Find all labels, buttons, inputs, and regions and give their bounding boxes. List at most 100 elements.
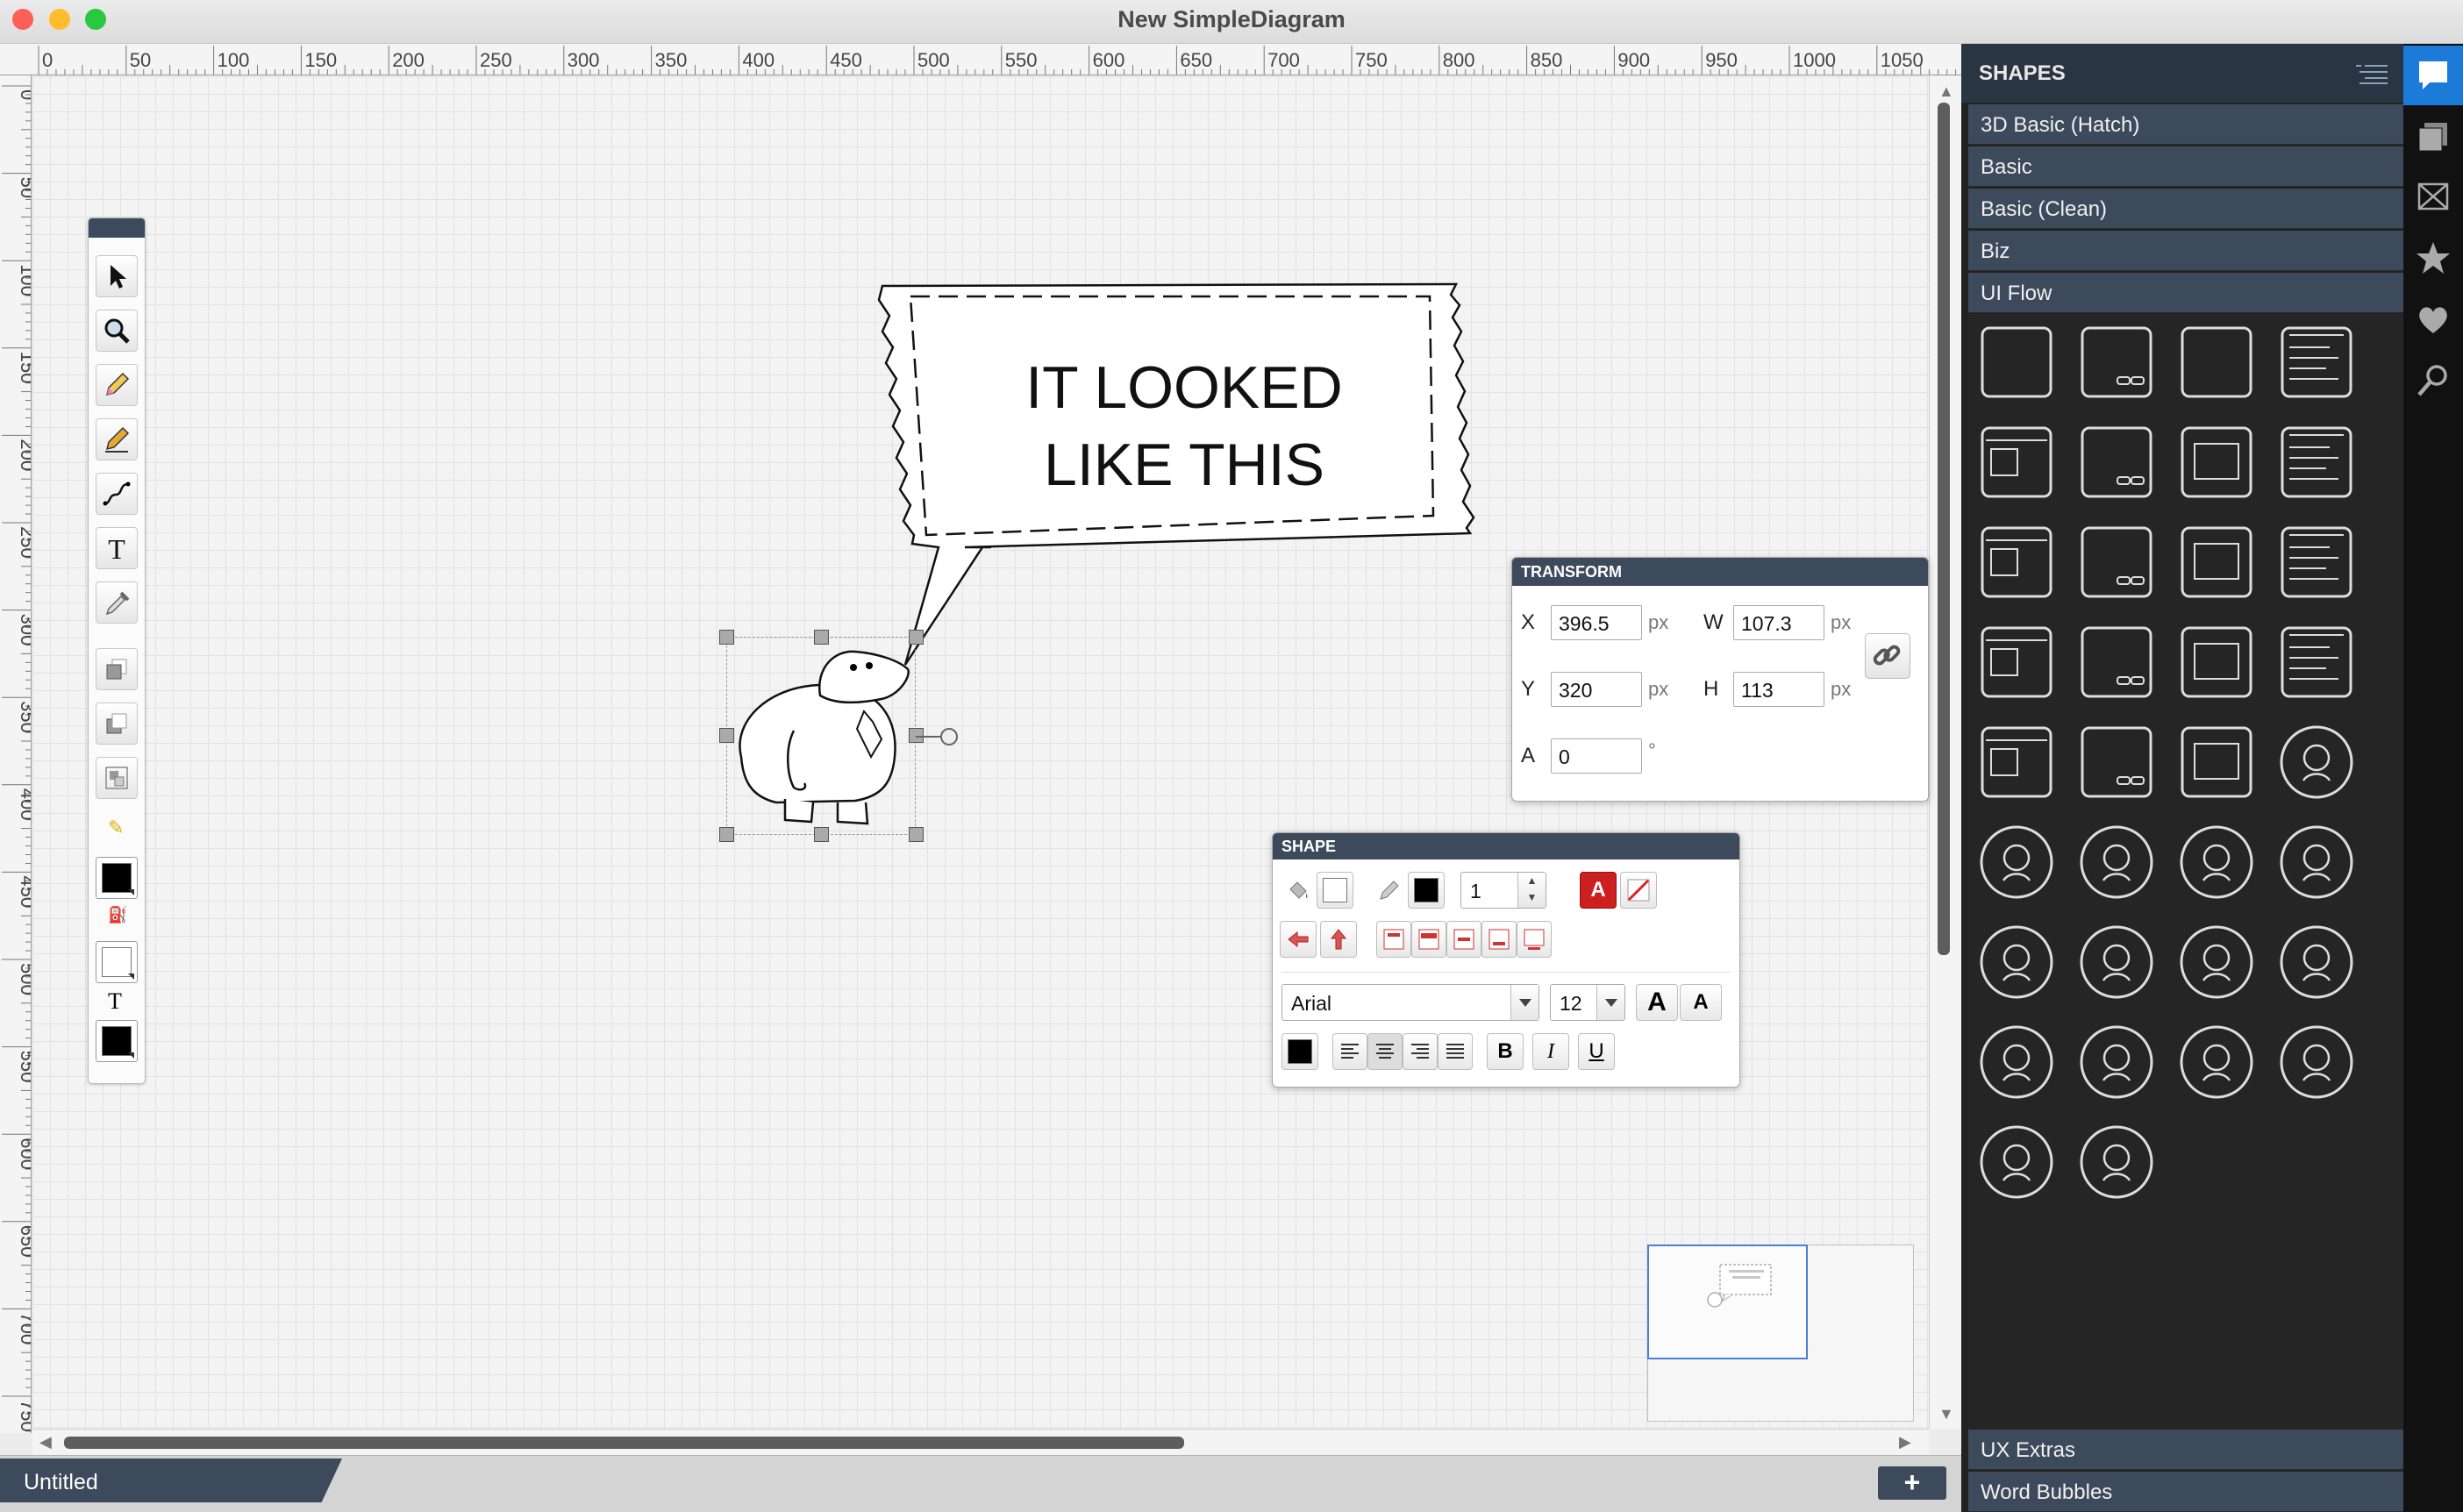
w-input[interactable]: 107.3 [1733, 605, 1824, 640]
text-color-swatch[interactable] [96, 1020, 138, 1062]
pages-panel-button[interactable] [2403, 107, 2463, 167]
shape-list-view-icon[interactable] [2277, 623, 2356, 702]
shape-bar-chart-window-icon[interactable] [2077, 623, 2156, 702]
shape-form-buttons-icon[interactable] [2077, 723, 2156, 802]
rotation-handle[interactable] [940, 728, 958, 745]
align-below-button[interactable] [1517, 921, 1552, 958]
text-color-button[interactable]: A [1580, 872, 1617, 909]
shape-person-angry-icon[interactable] [2277, 923, 2356, 1002]
minimap-viewport[interactable] [1647, 1245, 1808, 1359]
x-input[interactable]: 396.5 [1551, 605, 1642, 640]
shape-question-icon[interactable] [2077, 823, 2156, 902]
resize-handle-bottom-left[interactable] [719, 827, 734, 842]
shape-dialog-icon[interactable] [2177, 423, 2256, 502]
stroke-color-swatch[interactable] [96, 857, 138, 899]
font-family-select[interactable]: Arial [1281, 984, 1539, 1021]
category-biz[interactable]: Biz [1968, 231, 2403, 271]
shape-checklist-icon[interactable] [2077, 423, 2156, 502]
favorites-panel-button[interactable] [2403, 228, 2463, 288]
scroll-up-arrow[interactable]: ▲ [1938, 83, 1954, 99]
vertical-scroll-thumb[interactable] [1938, 103, 1950, 955]
stroke-color-button[interactable] [1408, 872, 1445, 909]
underline-button[interactable]: U [1578, 1033, 1615, 1070]
eyedropper-tool-button[interactable] [96, 581, 138, 624]
bring-to-front-button[interactable] [96, 648, 138, 690]
stroke-width-stepper[interactable]: 1 ▲ ▼ [1460, 872, 1546, 909]
arrow-up-style-button[interactable] [1320, 921, 1357, 958]
shape-stop-sign-icon[interactable] [1977, 923, 2056, 1002]
resize-handle-top-right[interactable] [909, 630, 924, 645]
shape-exclamation-icon[interactable] [2177, 823, 2256, 902]
document-tab[interactable]: Untitled [0, 1459, 342, 1502]
pen-tool-button[interactable] [96, 418, 138, 460]
scroll-left-arrow[interactable]: ◀ [39, 1434, 52, 1450]
shape-calendar-icon[interactable] [2077, 523, 2156, 602]
align-bottom-button[interactable] [1481, 921, 1517, 958]
text-justify-button[interactable] [1438, 1033, 1473, 1070]
resize-handle-top[interactable] [814, 630, 829, 645]
shape-stopwatch-icon[interactable] [1977, 1123, 2056, 1202]
shape-profile-card-icon[interactable] [2277, 423, 2356, 502]
text-align-right-button[interactable] [1403, 1033, 1438, 1070]
add-tab-button[interactable]: + [1878, 1466, 1946, 1500]
curve-tool-button[interactable] [96, 473, 138, 515]
shape-clipboard-icon[interactable] [1977, 1023, 2056, 1102]
shape-panel-title[interactable]: SHAPE [1273, 833, 1739, 859]
shape-window-blank-icon[interactable] [1977, 323, 2056, 402]
text-align-left-button[interactable] [1332, 1033, 1367, 1070]
shape-dashboard-icon[interactable] [2177, 623, 2256, 702]
transform-panel-title[interactable]: TRANSFORM [1512, 558, 1928, 586]
list-menu-icon[interactable] [2354, 63, 2389, 84]
shape-person-happy-icon[interactable] [2177, 923, 2256, 1002]
text-align-center-button[interactable] [1367, 1033, 1403, 1070]
shape-window-tabs-icon[interactable] [1977, 523, 2056, 602]
shape-package-icon[interactable] [2277, 823, 2356, 902]
category-ui-flow[interactable]: UI Flow [1968, 273, 2403, 313]
y-input[interactable]: 320 [1551, 672, 1642, 707]
fill-color-button[interactable] [1317, 872, 1353, 909]
category-basic-clean[interactable]: Basic (Clean) [1968, 189, 2403, 229]
shapes-panel-button[interactable] [2403, 46, 2463, 105]
shape-person-icon[interactable] [2077, 923, 2156, 1002]
scroll-right-arrow[interactable]: ▶ [1899, 1434, 1911, 1450]
shape-window-buttons-dark-icon[interactable] [2177, 323, 2256, 402]
resize-handle-left[interactable] [719, 728, 734, 743]
horizontal-scrollbar[interactable]: ◀ ▶ [32, 1429, 1929, 1455]
shape-donut-icon[interactable] [2077, 1123, 2156, 1202]
image-panel-button[interactable] [2403, 167, 2463, 226]
liked-panel-button[interactable] [2403, 289, 2463, 349]
angle-input[interactable]: 0 [1551, 738, 1642, 774]
fill-color-swatch[interactable] [96, 941, 138, 983]
no-text-color-button[interactable] [1620, 872, 1657, 909]
stepper-arrows-icon[interactable]: ▲ ▼ [1517, 873, 1546, 908]
resize-handle-bottom-right[interactable] [909, 827, 924, 842]
category-basic[interactable]: Basic [1968, 146, 2403, 187]
resize-handle-top-left[interactable] [719, 630, 734, 645]
increase-font-size-button[interactable]: A [1636, 984, 1678, 1021]
pencil-tool-button[interactable] [96, 364, 138, 406]
shape-fire-icon[interactable] [2077, 1023, 2156, 1102]
resize-handle-bottom[interactable] [814, 827, 829, 842]
category-word-bubbles[interactable]: Word Bubbles [1968, 1472, 2403, 1512]
h-input[interactable]: 113 [1733, 672, 1824, 707]
toolbox-drag-handle[interactable] [89, 218, 145, 238]
decrease-font-size-button[interactable]: A [1680, 984, 1722, 1021]
shape-form-list-icon[interactable] [1977, 723, 2056, 802]
send-to-back-button[interactable] [96, 703, 138, 745]
align-center-button[interactable] [1446, 921, 1481, 958]
shape-progress-dialog-icon[interactable] [2177, 723, 2256, 802]
shape-window-buttons-icon[interactable] [2077, 323, 2156, 402]
shape-key-icon[interactable] [1977, 823, 2056, 902]
text-tool-button[interactable]: T [96, 527, 138, 569]
select-tool-button[interactable] [96, 255, 138, 297]
category-3d-basic-hatch[interactable]: 3D Basic (Hatch) [1968, 104, 2403, 145]
arrow-left-style-button[interactable] [1280, 921, 1317, 958]
bold-button[interactable]: B [1487, 1033, 1524, 1070]
font-color-button[interactable] [1281, 1033, 1318, 1070]
align-middle-button[interactable] [1411, 921, 1446, 958]
italic-button[interactable]: I [1532, 1033, 1569, 1070]
shape-lightning-icon[interactable] [2277, 1023, 2356, 1102]
category-ux-extras[interactable]: UX Extras [1968, 1430, 2403, 1470]
lock-aspect-button[interactable] [1865, 633, 1910, 679]
align-top-button[interactable] [1376, 921, 1411, 958]
